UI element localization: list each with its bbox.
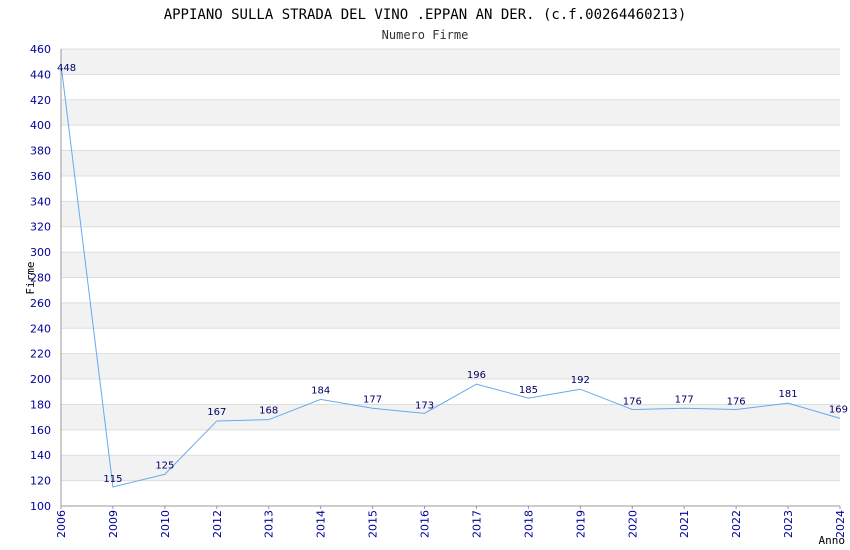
- data-label: 196: [467, 370, 486, 381]
- y-tick-label: 240: [30, 322, 51, 335]
- data-label: 169: [829, 404, 848, 415]
- y-tick-label: 440: [30, 68, 51, 81]
- y-tick-label: 460: [30, 43, 51, 56]
- data-label: 173: [415, 400, 434, 411]
- x-tick-label: 2012: [211, 510, 224, 538]
- y-tick-label: 420: [30, 94, 51, 107]
- y-tick-label: 340: [30, 195, 51, 208]
- grid-band: [61, 302, 840, 329]
- data-label: 181: [779, 389, 798, 400]
- grid-band: [61, 404, 840, 430]
- grid-band: [61, 455, 840, 481]
- x-tick-label: 2013: [263, 510, 276, 538]
- x-tick-label: 2021: [678, 510, 691, 538]
- grid-band: [61, 201, 840, 227]
- y-tick-label: 360: [30, 170, 51, 183]
- data-label: 177: [363, 394, 382, 405]
- x-tick-label: 2014: [315, 510, 328, 538]
- x-tick-label: 2006: [55, 510, 68, 538]
- y-tick-label: 400: [30, 119, 51, 132]
- x-tick-label: 2022: [730, 510, 743, 538]
- y-tick-label: 140: [30, 449, 51, 462]
- grid-band: [61, 99, 840, 126]
- data-label: 177: [675, 394, 694, 405]
- x-tick-label: 2016: [419, 510, 432, 538]
- chart-title: APPIANO SULLA STRADA DEL VINO .EPPAN AN …: [164, 7, 687, 23]
- y-tick-label: 200: [30, 373, 51, 386]
- data-label: 125: [155, 460, 174, 471]
- data-label: 185: [519, 385, 538, 396]
- x-tick-label: 2023: [782, 510, 795, 538]
- grid-band: [61, 252, 840, 278]
- x-tick-label: 2015: [367, 510, 380, 538]
- grid-bands: [61, 49, 840, 481]
- chart-subtitle: Numero Firme: [382, 28, 469, 42]
- y-tick-label: 100: [30, 500, 51, 513]
- y-tick-label: 160: [30, 424, 51, 437]
- y-tick-label: 120: [30, 475, 51, 488]
- grid-band: [61, 353, 840, 380]
- x-tick-label: 2020: [626, 510, 639, 538]
- y-tick-label: 180: [30, 398, 51, 411]
- y-tick-label: 300: [30, 246, 51, 259]
- data-label: 192: [571, 375, 590, 386]
- y-axis-label: Firme: [24, 261, 37, 294]
- x-tick-label: 2009: [107, 510, 120, 538]
- y-tick-label: 260: [30, 297, 51, 310]
- line-chart: 1001201401601802002202402602803003203403…: [24, 7, 848, 547]
- grid-band: [61, 150, 840, 176]
- grid-band: [61, 49, 840, 75]
- data-label: 167: [207, 407, 226, 418]
- data-label: 176: [623, 397, 642, 408]
- data-label: 448: [57, 63, 76, 74]
- y-tick-label: 380: [30, 145, 51, 158]
- data-label: 168: [259, 406, 278, 417]
- y-tick-label: 320: [30, 221, 51, 234]
- x-tick-label: 2010: [159, 510, 172, 538]
- y-tick-label: 220: [30, 348, 51, 361]
- data-label: 184: [311, 385, 330, 396]
- data-label: 115: [103, 474, 122, 485]
- x-tick-label: 2019: [574, 510, 587, 538]
- x-axis-label: Anno: [819, 534, 846, 547]
- x-tick-label: 2018: [522, 510, 535, 538]
- x-tick-label: 2017: [470, 510, 483, 538]
- data-label: 176: [727, 397, 746, 408]
- x-axis-ticks: 2006 2009 2010 2012 2013 2014 2015 2016 2017 2018…: [55, 506, 847, 538]
